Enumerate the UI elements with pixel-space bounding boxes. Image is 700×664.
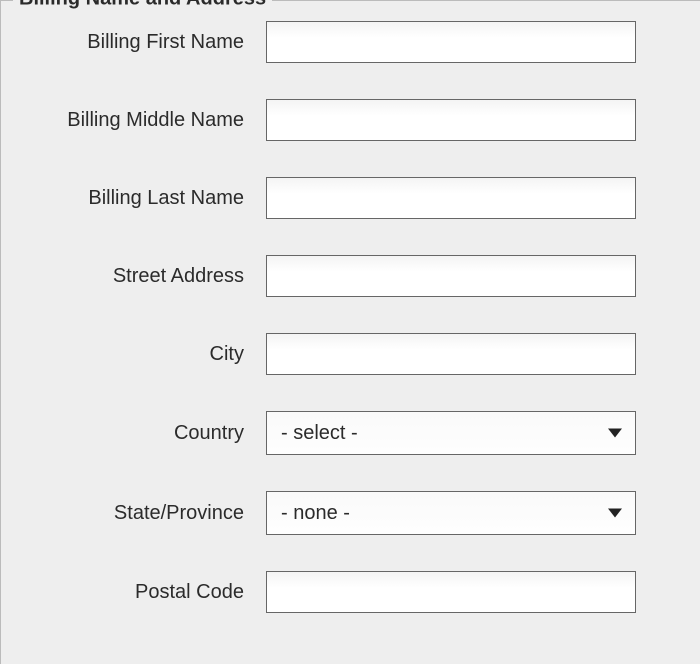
row-state-province: State/Province - none - — [11, 491, 690, 535]
label-postal-code: Postal Code — [11, 581, 266, 604]
row-billing-first-name: Billing First Name — [11, 21, 690, 63]
country-select[interactable]: - select - — [266, 411, 636, 455]
label-city: City — [11, 343, 266, 366]
row-billing-middle-name: Billing Middle Name — [11, 99, 690, 141]
label-billing-last-name: Billing Last Name — [11, 187, 266, 210]
label-country: Country — [11, 422, 266, 445]
label-billing-first-name: Billing First Name — [11, 31, 266, 54]
row-city: City — [11, 333, 690, 375]
billing-name-address-section: Billing Name and Address Billing First N… — [0, 0, 700, 664]
billing-last-name-input[interactable] — [266, 177, 636, 219]
billing-first-name-input[interactable] — [266, 21, 636, 63]
row-billing-last-name: Billing Last Name — [11, 177, 690, 219]
state-province-select[interactable]: - none - — [266, 491, 636, 535]
label-street-address: Street Address — [11, 265, 266, 288]
row-street-address: Street Address — [11, 255, 690, 297]
row-country: Country - select - — [11, 411, 690, 455]
label-state-province: State/Province — [11, 502, 266, 525]
label-billing-middle-name: Billing Middle Name — [11, 109, 266, 132]
row-postal-code: Postal Code — [11, 571, 690, 613]
section-title: Billing Name and Address — [13, 0, 272, 11]
postal-code-input[interactable] — [266, 571, 636, 613]
street-address-input[interactable] — [266, 255, 636, 297]
city-input[interactable] — [266, 333, 636, 375]
billing-middle-name-input[interactable] — [266, 99, 636, 141]
